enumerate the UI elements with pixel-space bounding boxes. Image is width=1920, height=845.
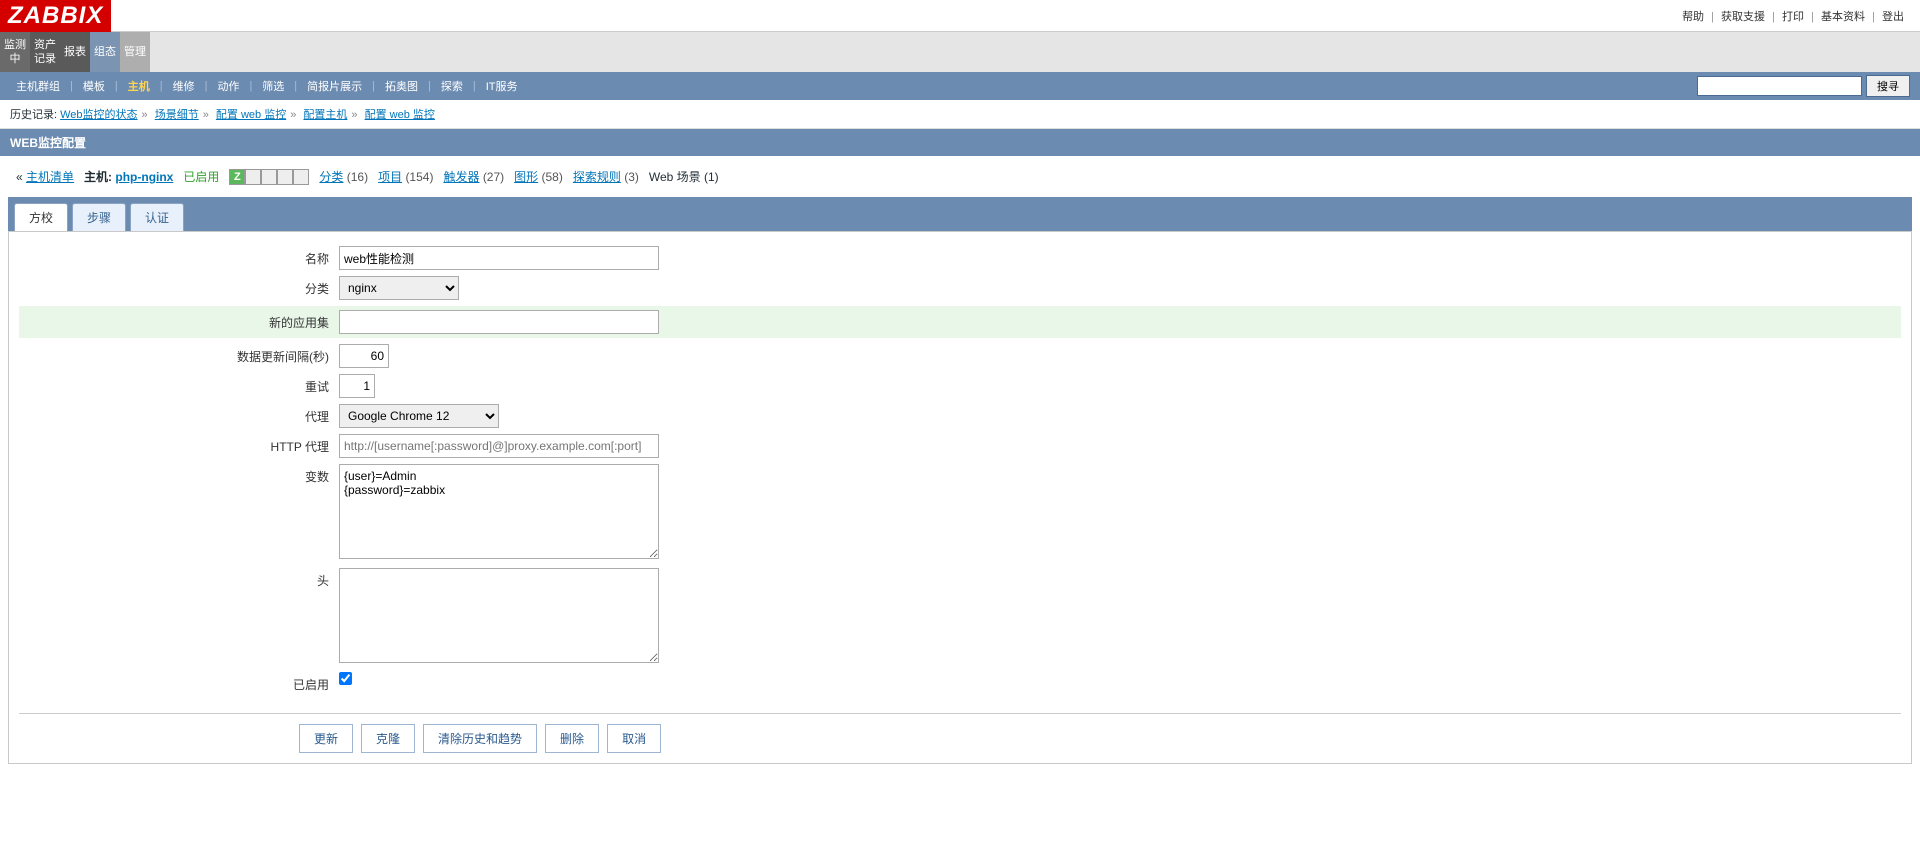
- link-help[interactable]: 帮助: [1682, 11, 1704, 23]
- nav-configuration[interactable]: 组态: [90, 32, 120, 72]
- subnav-screens[interactable]: 探索: [441, 78, 463, 94]
- link-print[interactable]: 打印: [1782, 11, 1804, 23]
- subnav-discovery[interactable]: 筛选: [262, 78, 284, 94]
- btn-cancel[interactable]: 取消: [607, 724, 661, 753]
- status-box-icon: [245, 169, 261, 185]
- label-agent: 代理: [19, 404, 339, 425]
- tab-scenario[interactable]: 方校: [14, 203, 68, 231]
- subnav-actions[interactable]: 动作: [217, 78, 239, 94]
- subnav-maintenance[interactable]: 维修: [173, 78, 195, 94]
- history-item[interactable]: 配置 web 监控: [216, 109, 286, 121]
- tab-steps[interactable]: 步骤: [72, 203, 126, 231]
- subnav-slideshows[interactable]: 简报片展示: [307, 78, 362, 94]
- label-headers: 头: [19, 568, 339, 589]
- ctx-discovery[interactable]: 探索规则: [573, 170, 621, 184]
- form: 名称 分类 nginx 新的应用集 数据更新间隔(秒) 重试 代理 Google…: [8, 231, 1912, 764]
- history-item[interactable]: 配置主机: [303, 109, 347, 121]
- history-item[interactable]: Web监控的状态: [60, 109, 137, 121]
- host-link[interactable]: php-nginx: [115, 170, 173, 184]
- label-httpproxy: HTTP 代理: [19, 434, 339, 455]
- btn-update[interactable]: 更新: [299, 724, 353, 753]
- ctx-items[interactable]: 项目: [378, 170, 402, 184]
- btn-clone[interactable]: 克隆: [361, 724, 415, 753]
- host-label: 主机:: [84, 170, 112, 184]
- back-link[interactable]: 主机清单: [26, 170, 74, 184]
- context-bar: « 主机清单 主机: php-nginx 已启用 Z 分类 (16) 项目 (1…: [0, 156, 1920, 197]
- status-box-icon: [293, 169, 309, 185]
- subnav-templates[interactable]: 模板: [83, 78, 105, 94]
- subnav-itservices[interactable]: IT服务: [486, 78, 518, 94]
- history-bar: 历史记录: Web监控的状态» 场景细节» 配置 web 监控» 配置主机» 配…: [0, 100, 1920, 129]
- top-header: ZABBIX 帮助 | 获取支援 | 打印 | 基本资料 | 登出: [0, 0, 1920, 32]
- history-item[interactable]: 配置 web 监控: [365, 109, 435, 121]
- label-newapp: 新的应用集: [19, 310, 339, 331]
- status-box-icon: [261, 169, 277, 185]
- tabs-bar: 方校 步骤 认证: [8, 197, 1912, 231]
- form-actions: 更新 克隆 清除历史和趋势 删除 取消: [19, 713, 1901, 753]
- separator: |: [1711, 11, 1714, 23]
- ctx-triggers[interactable]: 触发器: [443, 170, 479, 184]
- sub-nav: 主机群组| 模板| 主机| 维修| 动作| 筛选| 简报片展示| 拓奥图| 探索…: [0, 72, 1920, 100]
- input-retry[interactable]: [339, 374, 375, 398]
- textarea-headers[interactable]: [339, 568, 659, 663]
- subnav-hosts[interactable]: 主机: [128, 78, 150, 94]
- select-category[interactable]: nginx: [339, 276, 459, 300]
- input-interval[interactable]: [339, 344, 389, 368]
- status-enabled: 已启用: [183, 168, 219, 185]
- nav-administration[interactable]: 管理: [120, 32, 150, 72]
- label-vars: 变数: [19, 464, 339, 485]
- input-name[interactable]: [339, 246, 659, 270]
- link-support[interactable]: 获取支援: [1721, 11, 1765, 23]
- link-profile[interactable]: 基本资料: [1821, 11, 1865, 23]
- btn-delete[interactable]: 删除: [545, 724, 599, 753]
- separator: |: [1772, 11, 1775, 23]
- label-enabled: 已启用: [19, 672, 339, 693]
- ctx-applications[interactable]: 分类: [319, 170, 343, 184]
- page-title: WEB监控配置: [0, 129, 1920, 156]
- label-category: 分类: [19, 276, 339, 297]
- input-newapp[interactable]: [339, 310, 659, 334]
- textarea-vars[interactable]: {user}=Admin {password}=zabbix: [339, 464, 659, 559]
- checkbox-enabled[interactable]: [339, 672, 352, 685]
- select-agent[interactable]: Google Chrome 12: [339, 404, 499, 428]
- nav-monitoring[interactable]: 监测中: [0, 32, 30, 72]
- separator: |: [1811, 11, 1814, 23]
- btn-clearhist[interactable]: 清除历史和趋势: [423, 724, 537, 753]
- ctx-graphs[interactable]: 图形: [514, 170, 538, 184]
- subnav-hostgroups[interactable]: 主机群组: [16, 78, 60, 94]
- status-z-icon: Z: [229, 169, 245, 185]
- logo[interactable]: ZABBIX: [0, 0, 111, 32]
- tab-auth[interactable]: 认证: [130, 203, 184, 231]
- label-retry: 重试: [19, 374, 339, 395]
- status-box-icon: [277, 169, 293, 185]
- nav-inventory[interactable]: 资产记录: [30, 32, 60, 72]
- search-input[interactable]: [1697, 76, 1862, 96]
- input-httpproxy[interactable]: [339, 434, 659, 458]
- ctx-webscenario: Web 场景 (1): [649, 168, 719, 185]
- search-button[interactable]: 搜寻: [1866, 75, 1910, 97]
- nav-reports[interactable]: 报表: [60, 32, 90, 72]
- link-logout[interactable]: 登出: [1882, 11, 1904, 23]
- main-nav: 监测中 资产记录 报表 组态 管理: [0, 32, 1920, 72]
- history-item[interactable]: 场景细节: [155, 109, 199, 121]
- label-name: 名称: [19, 246, 339, 267]
- status-boxes: Z: [229, 169, 309, 185]
- history-label: 历史记录:: [10, 109, 57, 121]
- label-interval: 数据更新间隔(秒): [19, 344, 339, 365]
- separator: |: [1872, 11, 1875, 23]
- top-links: 帮助 | 获取支援 | 打印 | 基本资料 | 登出: [1678, 8, 1920, 24]
- subnav-maps[interactable]: 拓奥图: [385, 78, 418, 94]
